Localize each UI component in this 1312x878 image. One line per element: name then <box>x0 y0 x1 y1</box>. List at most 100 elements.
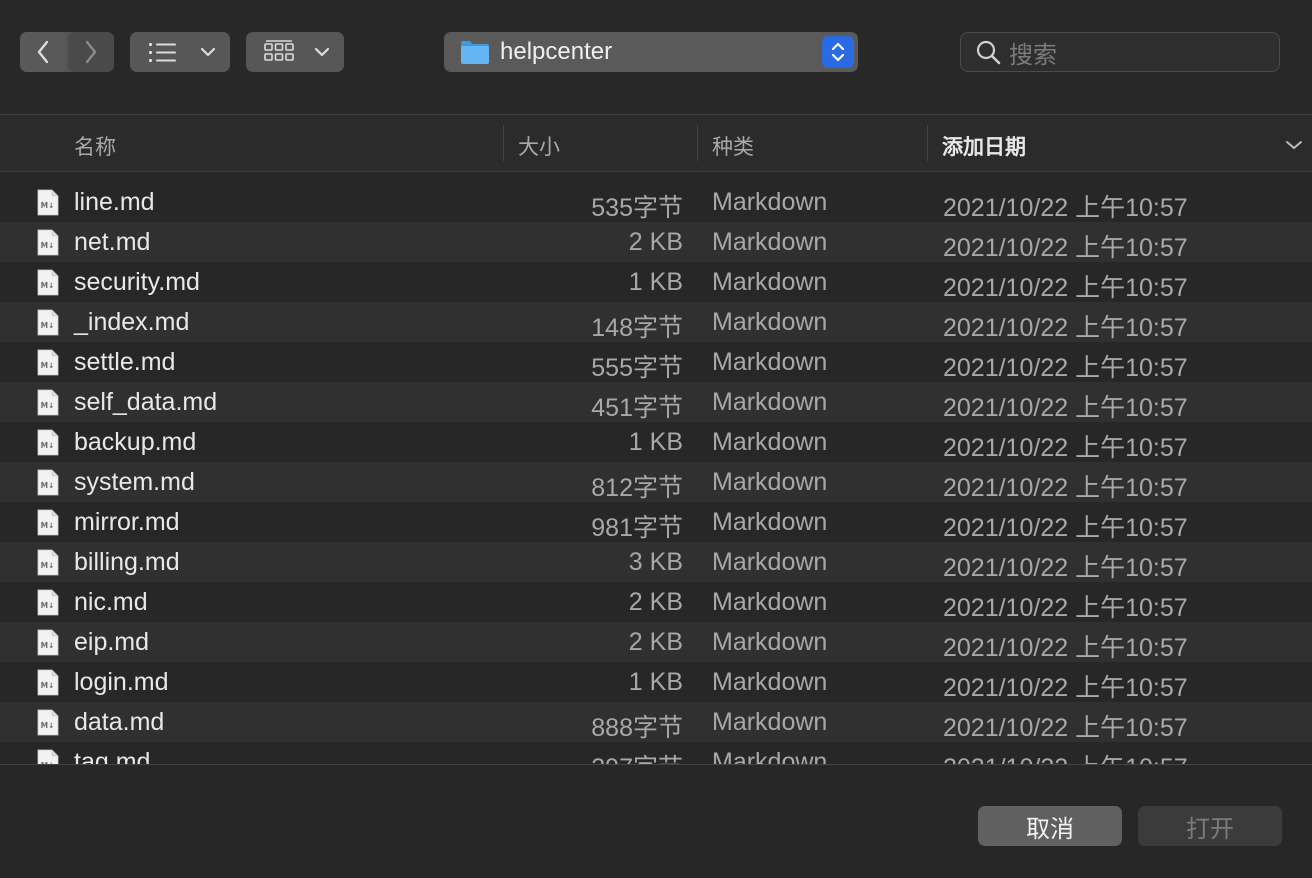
markdown-file-icon: M↓ <box>37 629 59 656</box>
markdown-file-icon: M↓ <box>37 429 59 456</box>
cancel-button[interactable]: 取消 <box>978 806 1122 846</box>
file-name: nic.md <box>74 588 148 616</box>
file-name: settle.md <box>74 348 176 376</box>
markdown-file-icon: M↓ <box>37 389 59 416</box>
open-file-dialog: helpcenter 搜索 名称 大小 种类 添加日期 M↓ line.md 5… <box>0 0 1312 878</box>
file-date-added: 2021/10/22 上午10:57 <box>943 394 1188 422</box>
file-row[interactable]: M↓ self_data.md 451字节 Markdown 2021/10/2… <box>0 382 1312 422</box>
file-size: 148字节 <box>591 314 683 342</box>
file-row[interactable]: M↓ data.md 888字节 Markdown 2021/10/22 上午1… <box>0 702 1312 742</box>
file-date-added: 2021/10/22 上午10:57 <box>943 474 1188 502</box>
file-size: 1 KB <box>628 428 683 456</box>
file-size: 1 KB <box>628 268 683 296</box>
file-row[interactable]: M↓ tag.md 297字节 Markdown 2021/10/22 上午10… <box>0 742 1312 764</box>
column-divider[interactable] <box>697 125 698 161</box>
file-kind: Markdown <box>712 508 828 536</box>
chevron-right-icon <box>85 40 97 64</box>
file-kind: Markdown <box>712 548 828 576</box>
file-name: net.md <box>74 228 151 256</box>
column-header-date-added[interactable]: 添加日期 <box>942 131 1026 161</box>
markdown-file-icon: M↓ <box>37 469 59 496</box>
list-view-button[interactable] <box>130 32 230 72</box>
location-label: helpcenter <box>500 38 613 65</box>
forward-button[interactable] <box>68 32 114 72</box>
file-row[interactable]: M↓ system.md 812字节 Markdown 2021/10/22 上… <box>0 462 1312 502</box>
file-size: 535字节 <box>591 194 683 222</box>
svg-text:M↓: M↓ <box>41 321 55 330</box>
file-kind: Markdown <box>712 228 828 256</box>
file-row[interactable]: M↓ nic.md 2 KB Markdown 2021/10/22 上午10:… <box>0 582 1312 622</box>
folder-icon <box>461 41 489 64</box>
sort-descending-icon[interactable] <box>1285 140 1303 150</box>
file-date-added: 2021/10/22 上午10:57 <box>943 354 1188 382</box>
file-name: backup.md <box>74 428 197 456</box>
column-divider[interactable] <box>503 125 504 161</box>
file-size: 297字节 <box>520 748 683 764</box>
file-row[interactable]: M↓ line.md 535字节 Markdown 2021/10/22 上午1… <box>0 182 1312 222</box>
markdown-file-icon: M↓ <box>37 509 59 536</box>
svg-text:M↓: M↓ <box>41 281 55 290</box>
column-header-size[interactable]: 大小 <box>518 131 560 161</box>
file-date-added: 2021/10/22 上午10:57 <box>943 674 1188 702</box>
back-button[interactable] <box>20 32 66 72</box>
file-size: 812字节 <box>591 474 683 502</box>
chevron-down-icon <box>314 47 330 57</box>
file-date-added: 2021/10/22 上午10:57 <box>943 634 1188 662</box>
file-kind: Markdown <box>712 748 828 764</box>
file-row[interactable]: M↓ security.md 1 KB Markdown 2021/10/22 … <box>0 262 1312 302</box>
file-date-added: 2021/10/22 上午10:57 <box>943 514 1188 542</box>
file-row[interactable]: M↓ settle.md 555字节 Markdown 2021/10/22 上… <box>0 342 1312 382</box>
svg-text:M↓: M↓ <box>41 401 55 410</box>
search-field[interactable]: 搜索 <box>960 32 1280 72</box>
file-size: 888字节 <box>591 714 683 742</box>
svg-text:M↓: M↓ <box>41 521 55 530</box>
svg-text:M↓: M↓ <box>41 641 55 650</box>
file-size: 1 KB <box>628 668 683 696</box>
file-row[interactable]: M↓ eip.md 2 KB Markdown 2021/10/22 上午10:… <box>0 622 1312 662</box>
markdown-file-icon: M↓ <box>37 589 59 616</box>
svg-text:M↓: M↓ <box>41 441 55 450</box>
markdown-file-icon: M↓ <box>37 309 59 336</box>
file-row[interactable]: M↓ backup.md 1 KB Markdown 2021/10/22 上午… <box>0 422 1312 462</box>
file-row[interactable]: M↓ _index.md 148字节 Markdown 2021/10/22 上… <box>0 302 1312 342</box>
markdown-file-icon: M↓ <box>37 709 59 736</box>
file-name: tag.md <box>74 748 151 764</box>
file-date-added: 2021/10/22 上午10:57 <box>943 594 1188 622</box>
file-row[interactable]: M↓ net.md 2 KB Markdown 2021/10/22 上午10:… <box>0 222 1312 262</box>
file-name: system.md <box>74 468 195 496</box>
file-name: line.md <box>74 188 155 216</box>
svg-text:M↓: M↓ <box>41 361 55 370</box>
file-kind: Markdown <box>712 628 828 656</box>
file-row[interactable]: M↓ mirror.md 981字节 Markdown 2021/10/22 上… <box>0 502 1312 542</box>
column-header-kind[interactable]: 种类 <box>712 131 754 161</box>
file-size: 555字节 <box>591 354 683 382</box>
markdown-file-icon: M↓ <box>37 349 59 376</box>
file-size: 2 KB <box>628 588 683 616</box>
column-header-name[interactable]: 名称 <box>74 131 116 161</box>
location-popup[interactable]: helpcenter <box>444 32 858 72</box>
file-kind: Markdown <box>712 308 828 336</box>
svg-text:M↓: M↓ <box>41 201 55 210</box>
file-kind: Markdown <box>712 668 828 696</box>
file-date-added: 2021/10/22 上午10:57 <box>943 234 1188 262</box>
file-kind: Markdown <box>712 708 828 736</box>
file-name: billing.md <box>74 548 180 576</box>
grid-view-button[interactable] <box>246 32 344 72</box>
file-size: 981字节 <box>591 514 683 542</box>
file-size: 2 KB <box>628 628 683 656</box>
open-button[interactable]: 打开 <box>1138 806 1282 846</box>
file-row[interactable]: M↓ billing.md 3 KB Markdown 2021/10/22 上… <box>0 542 1312 582</box>
search-icon <box>976 40 1001 65</box>
markdown-file-icon: M↓ <box>37 749 59 764</box>
markdown-file-icon: M↓ <box>37 669 59 696</box>
file-name: login.md <box>74 668 169 696</box>
list-view-icon <box>149 43 176 62</box>
chevron-down-icon <box>200 47 216 57</box>
search-placeholder: 搜索 <box>1009 41 1057 69</box>
column-divider[interactable] <box>927 125 928 161</box>
file-row[interactable]: M↓ login.md 1 KB Markdown 2021/10/22 上午1… <box>0 662 1312 702</box>
file-size: 2 KB <box>628 228 683 256</box>
location-stepper[interactable] <box>822 36 854 68</box>
up-down-chevron-icon <box>831 42 845 62</box>
markdown-file-icon: M↓ <box>37 549 59 576</box>
